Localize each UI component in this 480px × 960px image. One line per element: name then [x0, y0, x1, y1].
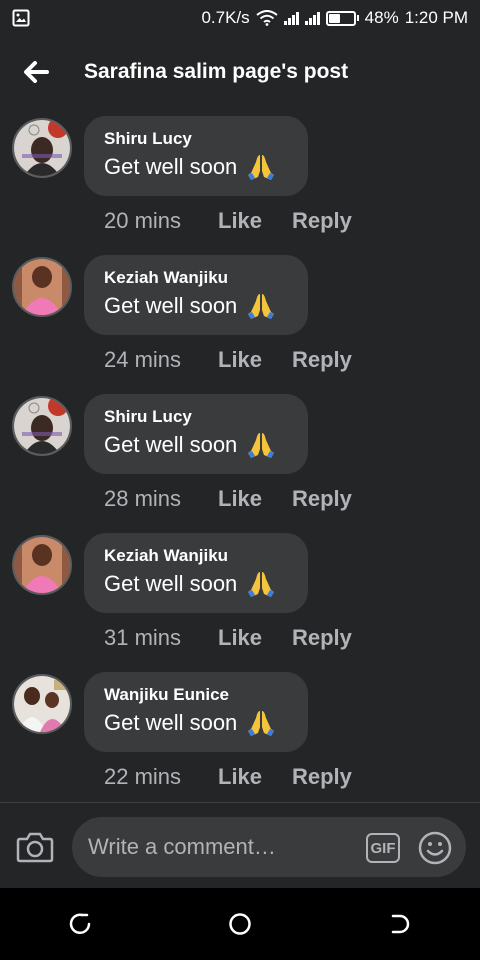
comment-time: 24 mins [104, 347, 182, 372]
status-bar: 0.7K/s 48% 1:20 PM [0, 0, 480, 36]
like-button[interactable]: Like [218, 347, 292, 373]
avatar[interactable] [12, 257, 72, 317]
comment-time: 31 mins [104, 625, 182, 650]
folded-hands-icon [248, 572, 275, 597]
comment-actions: 22 mins Like Reply [104, 764, 352, 790]
comment-author[interactable]: Keziah Wanjiku [104, 267, 288, 289]
avatar[interactable] [12, 118, 72, 178]
comment-author[interactable]: Shiru Lucy [104, 128, 288, 150]
clock: 1:20 PM [404, 8, 468, 27]
reply-button[interactable]: Reply [292, 486, 352, 512]
recents-button[interactable] [50, 894, 110, 954]
comment-text: Get well soon [104, 154, 238, 179]
like-button[interactable]: Like [218, 625, 292, 651]
back-arrow-icon [24, 61, 49, 83]
comment-actions: 28 mins Like Reply [104, 486, 352, 512]
page-title: Sarafina salim page's post [84, 60, 349, 83]
reply-button[interactable]: Reply [292, 764, 352, 790]
comment-item: Keziah Wanjiku Get well soon 31 mins Lik… [0, 533, 480, 672]
comment-text: Get well soon [104, 432, 238, 457]
camera-icon[interactable] [16, 830, 54, 864]
comment-item: Shiru Lucy Get well soon 28 mins Like Re… [0, 394, 480, 533]
like-button[interactable]: Like [218, 486, 292, 512]
battery-icon [325, 10, 359, 26]
comment-item: Shiru Lucy Get well soon 20 mins Like Re… [0, 116, 480, 255]
comment-input[interactable] [88, 834, 358, 860]
comment-actions: 24 mins Like Reply [104, 347, 352, 373]
comment-text: Get well soon [104, 571, 238, 596]
comment-time: 20 mins [104, 208, 182, 233]
folded-hands-icon [248, 711, 275, 736]
avatar[interactable] [12, 674, 72, 734]
home-circle-icon [229, 913, 251, 935]
reply-button[interactable]: Reply [292, 347, 352, 373]
back-nav-icon [391, 914, 410, 934]
home-button[interactable] [210, 894, 270, 954]
app-header: Sarafina salim page's post [0, 36, 480, 108]
gif-button[interactable]: GIF [366, 833, 400, 863]
emoji-icon[interactable] [418, 831, 452, 865]
reply-button[interactable]: Reply [292, 208, 352, 234]
comment-author[interactable]: Shiru Lucy [104, 406, 288, 428]
like-button[interactable]: Like [218, 764, 292, 790]
wifi-icon [256, 10, 278, 26]
avatar[interactable] [12, 535, 72, 595]
recents-icon [69, 913, 91, 934]
comment-item: Keziah Wanjiku Get well soon 24 mins Lik… [0, 255, 480, 394]
comment-list: Shiru Lucy Get well soon 20 mins Like Re… [0, 116, 480, 811]
network-speed: 0.7K/s [201, 8, 250, 27]
comment-time: 22 mins [104, 764, 182, 789]
comment-actions: 31 mins Like Reply [104, 625, 352, 651]
system-nav-bar [0, 888, 480, 960]
folded-hands-icon [248, 433, 275, 458]
comment-actions: 20 mins Like Reply [104, 208, 352, 234]
comment-text: Get well soon [104, 710, 238, 735]
folded-hands-icon [248, 294, 275, 319]
comment-bubble[interactable]: Keziah Wanjiku Get well soon [84, 255, 308, 335]
gallery-notification-icon [12, 9, 30, 27]
folded-hands-icon [248, 155, 275, 180]
comment-author[interactable]: Wanjiku Eunice [104, 684, 288, 706]
avatar[interactable] [12, 396, 72, 456]
comment-bubble[interactable]: Shiru Lucy Get well soon [84, 394, 308, 474]
comment-bubble[interactable]: Wanjiku Eunice Get well soon [84, 672, 308, 752]
comment-time: 28 mins [104, 486, 182, 511]
comment-bubble[interactable]: Shiru Lucy Get well soon [84, 116, 308, 196]
comment-author[interactable]: Keziah Wanjiku [104, 545, 288, 567]
back-nav-button[interactable] [370, 894, 430, 954]
battery-percent: 48% [364, 8, 399, 27]
signal-icon-2 [304, 11, 320, 25]
comment-input-container: GIF [72, 817, 466, 877]
reply-button[interactable]: Reply [292, 625, 352, 651]
back-button[interactable] [0, 36, 72, 108]
comment-bubble[interactable]: Keziah Wanjiku Get well soon [84, 533, 308, 613]
comment-item: Wanjiku Eunice Get well soon 22 mins Lik… [0, 672, 480, 811]
like-button[interactable]: Like [218, 208, 292, 234]
signal-icon-1 [283, 11, 299, 25]
comment-text: Get well soon [104, 293, 238, 318]
comment-composer: GIF [0, 802, 480, 888]
